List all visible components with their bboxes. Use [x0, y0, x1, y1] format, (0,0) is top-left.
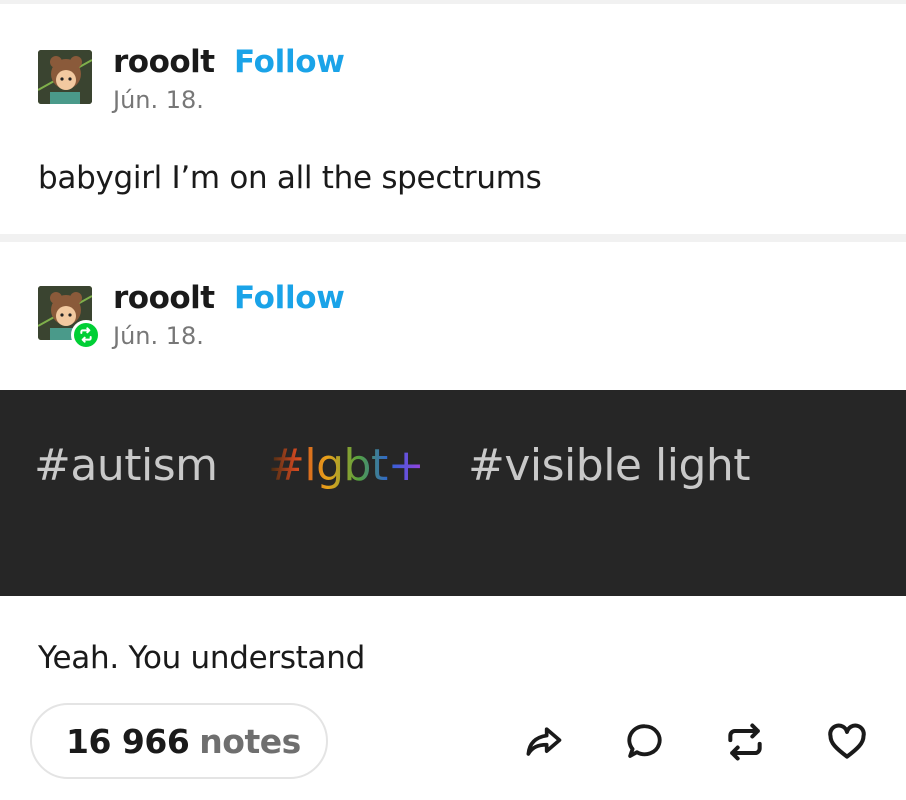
post-divider — [0, 234, 906, 242]
reblog-post-header: rooolt Follow Jún. 18. — [38, 280, 638, 350]
comment-icon — [627, 724, 662, 758]
follow-button[interactable]: Follow — [234, 280, 345, 316]
tag-lgbt: #lgbt+ — [268, 440, 425, 491]
follow-button[interactable]: Follow — [234, 44, 345, 80]
share-button[interactable] — [520, 719, 566, 765]
notes-count: 16 966 — [66, 721, 190, 761]
original-post-header: rooolt Follow Jún. 18. — [38, 44, 638, 114]
reblog-icon — [80, 327, 92, 343]
reblog-body: Yeah. You understand — [38, 640, 365, 676]
tag-visible-light: #visible light — [468, 440, 751, 491]
avatar-illustration — [38, 50, 92, 104]
tag-autism: #autism — [34, 440, 218, 491]
post-date[interactable]: Jún. 18. — [113, 322, 204, 350]
reblog-button[interactable] — [722, 719, 768, 765]
heart-icon — [828, 723, 866, 759]
comment-button[interactable] — [622, 719, 668, 765]
notes-button[interactable]: 16 966 notes — [30, 703, 328, 779]
tumblr-post-thread: rooolt Follow Jún. 18. babygirl I’m on a… — [0, 0, 906, 800]
tags-image — [0, 390, 906, 596]
top-divider — [0, 0, 906, 4]
avatar[interactable] — [38, 50, 92, 104]
share-icon — [526, 727, 562, 756]
reblog-badge — [71, 320, 101, 350]
username[interactable]: rooolt — [113, 44, 215, 80]
original-post-body: babygirl I’m on all the spectrums — [38, 160, 542, 196]
like-button[interactable] — [824, 719, 870, 765]
reblog-icon — [728, 723, 762, 761]
notes-label: notes — [199, 721, 301, 761]
username[interactable]: rooolt — [113, 280, 215, 316]
post-date[interactable]: Jún. 18. — [113, 86, 204, 114]
